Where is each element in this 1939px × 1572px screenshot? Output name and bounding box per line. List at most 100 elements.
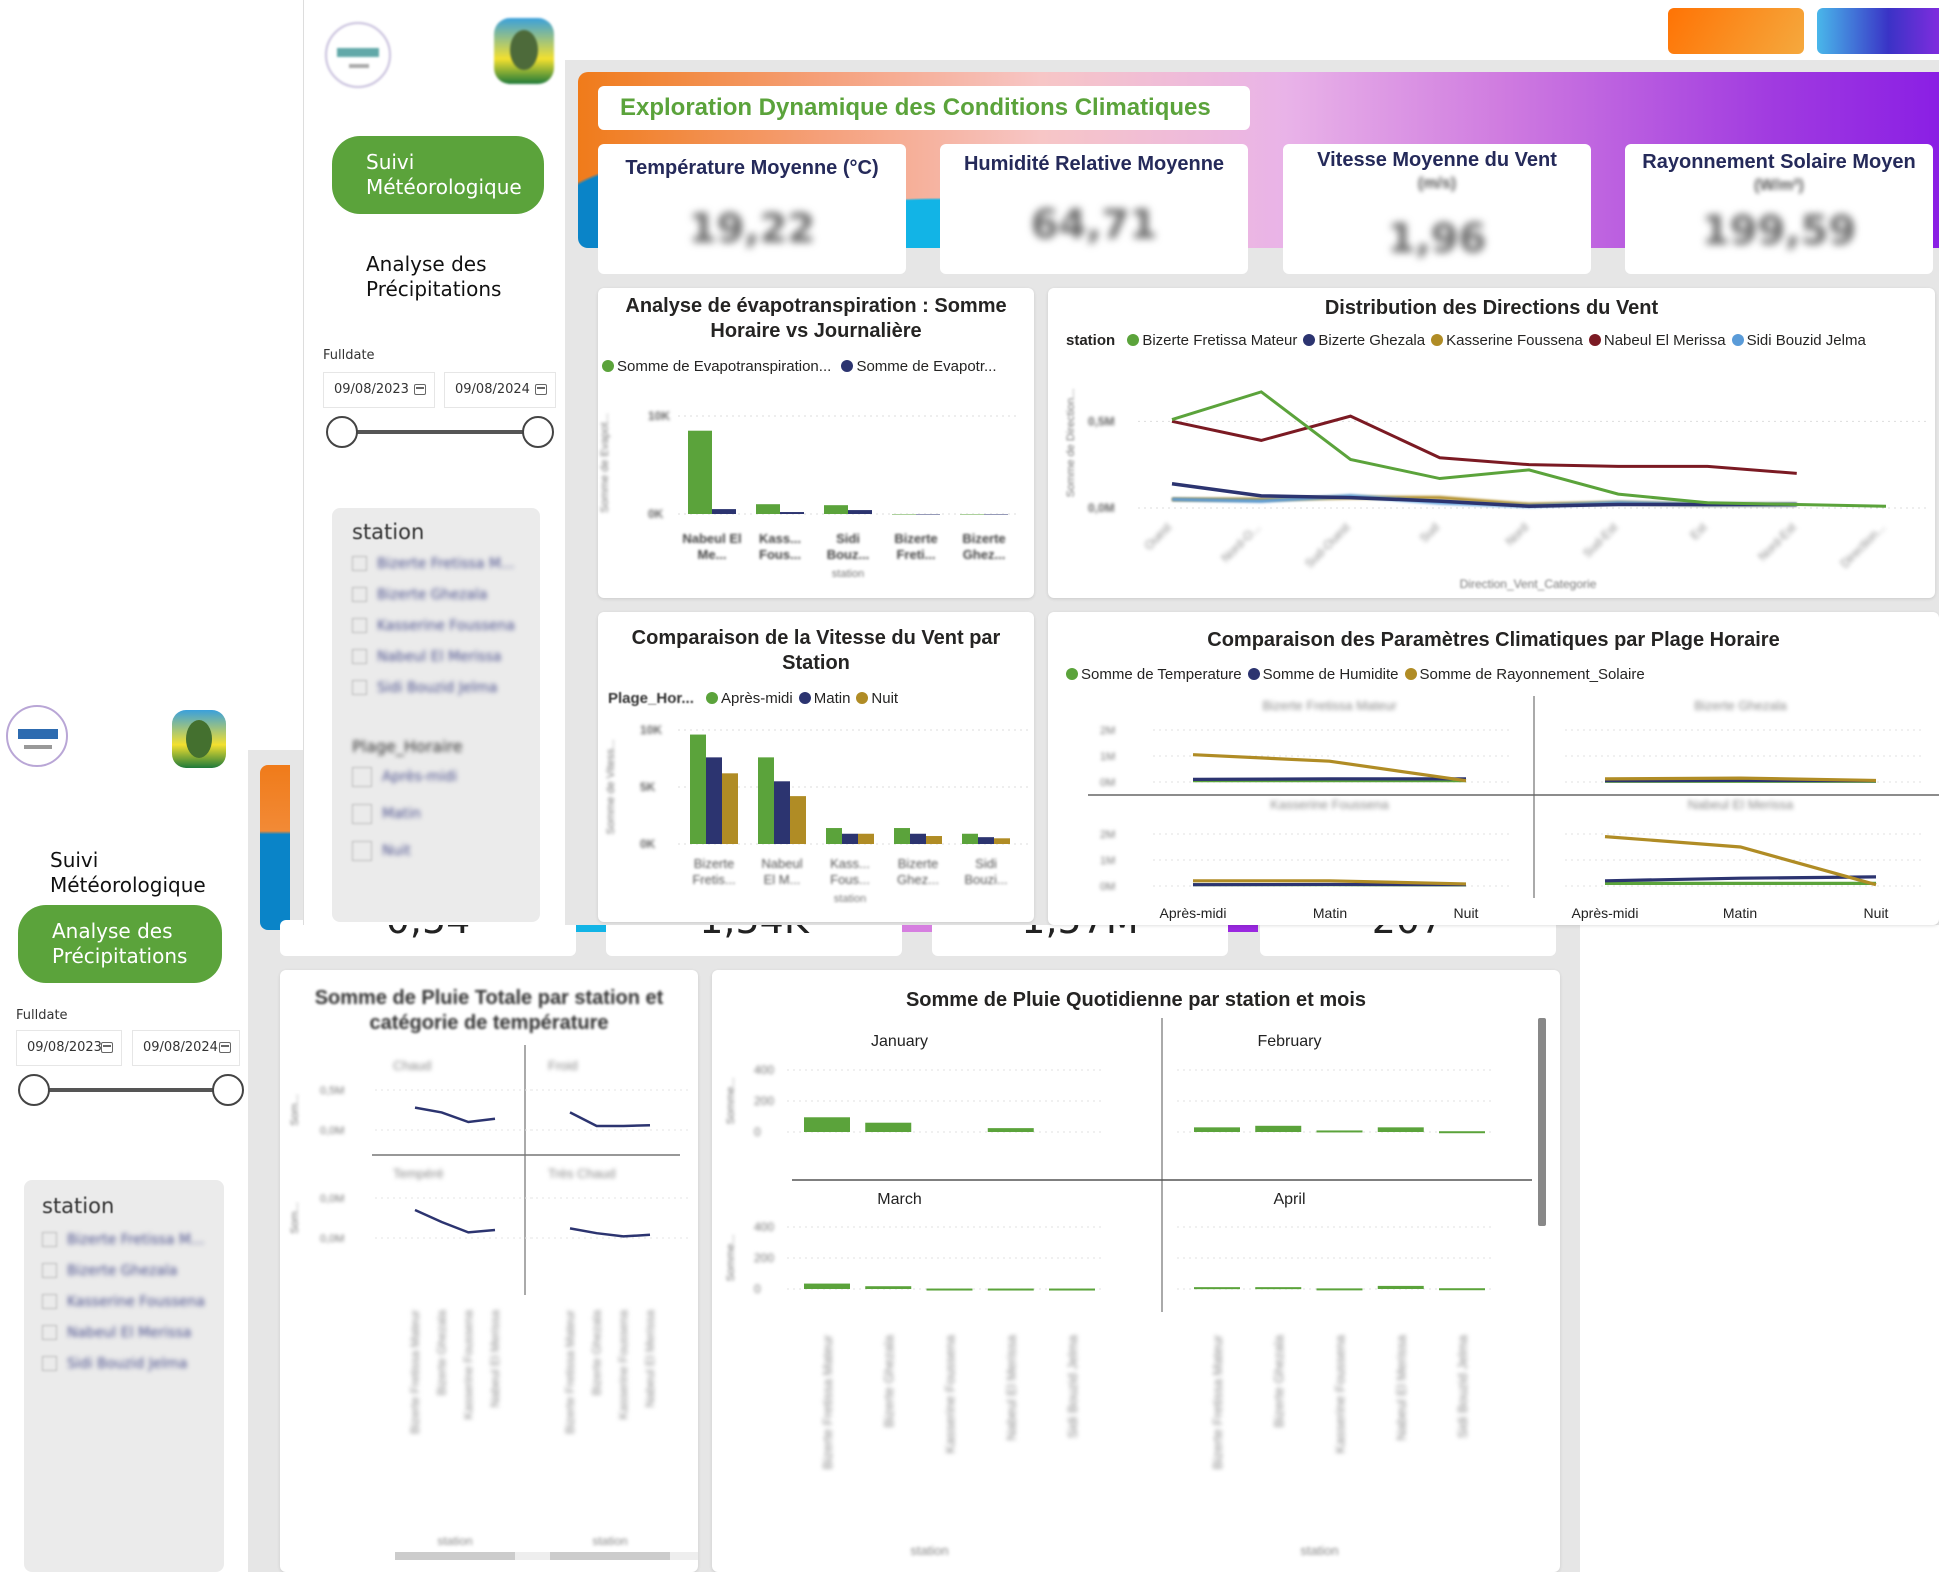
date-range-slider[interactable] bbox=[34, 1088, 230, 1092]
slicer-item-label: Kasserine Foussena bbox=[67, 1293, 205, 1310]
vertical-scrollbar[interactable] bbox=[1538, 1018, 1546, 1226]
back-kpi-accent bbox=[902, 924, 932, 932]
start-date-input[interactable]: 09/08/2023 bbox=[16, 1030, 122, 1066]
slicer-item-label: Nabeul El Merissa bbox=[67, 1324, 192, 1341]
y-tick-label: 400 bbox=[754, 1063, 774, 1077]
slicer-item[interactable]: Sidi Bouzid Jelma bbox=[42, 1348, 206, 1379]
bar bbox=[916, 514, 940, 515]
slider-start-handle[interactable] bbox=[18, 1074, 50, 1106]
bar bbox=[1439, 1131, 1485, 1134]
x-axis-label: station bbox=[832, 568, 864, 580]
x-tick-label: Kasserine Foussena bbox=[461, 1310, 475, 1420]
end-date-input[interactable]: 09/08/2024 bbox=[444, 372, 556, 408]
checkbox[interactable] bbox=[352, 618, 367, 633]
nav-analyse-precipitations[interactable]: Analyse des Précipitations bbox=[332, 238, 544, 316]
calendar-icon[interactable] bbox=[414, 384, 426, 395]
y-tick-label: 5K bbox=[640, 780, 656, 794]
back-kpi-accent bbox=[576, 924, 606, 932]
climate-parameters-chart: Comparaison des Paramètres Climatiques p… bbox=[1048, 612, 1939, 925]
x-axis-label: Direction_Vent_Categorie bbox=[1460, 577, 1597, 591]
wind-direction-chart: Distribution des Directions du Vent stat… bbox=[1048, 288, 1935, 598]
header-button-orange[interactable] bbox=[1668, 8, 1804, 54]
x-axis-label: station bbox=[1300, 1543, 1338, 1558]
slicer-item[interactable]: Bizerte Ghezala bbox=[42, 1255, 206, 1286]
slicer-item[interactable]: Nabeul El Merissa bbox=[352, 641, 520, 672]
checkbox[interactable] bbox=[42, 1356, 57, 1371]
checkbox[interactable] bbox=[352, 649, 367, 664]
checkbox[interactable] bbox=[352, 766, 372, 787]
checkbox[interactable] bbox=[42, 1325, 57, 1340]
bar bbox=[984, 514, 1008, 515]
bar bbox=[774, 781, 790, 844]
checkbox[interactable] bbox=[352, 587, 367, 602]
calendar-icon[interactable] bbox=[535, 384, 547, 395]
x-tick-label: Nord-O... bbox=[1219, 520, 1264, 565]
slicer-item[interactable]: Bizerte Ghezala bbox=[352, 579, 520, 610]
nav-suivi-meteorologique[interactable]: Suivi Météorologique bbox=[332, 136, 544, 214]
end-date-input[interactable]: 09/08/2024 bbox=[132, 1030, 240, 1066]
x-tick-label: Bizerte Fretissa Mateur bbox=[1210, 1334, 1225, 1469]
checkbox[interactable] bbox=[352, 840, 372, 861]
nav-suivi-meteorologique[interactable]: Suivi Météorologique bbox=[16, 834, 226, 912]
x-tick-label: Freti... bbox=[896, 547, 935, 562]
slicer-item[interactable]: Nuit bbox=[352, 832, 520, 869]
slicer-item[interactable]: Matin bbox=[352, 795, 520, 832]
bar bbox=[892, 514, 916, 515]
panel-title: Nabeul El Merissa bbox=[1688, 797, 1794, 812]
calendar-icon[interactable] bbox=[101, 1042, 113, 1053]
bar bbox=[804, 1283, 850, 1289]
bar bbox=[690, 734, 706, 844]
y-tick-label: 200 bbox=[754, 1094, 774, 1108]
calendar-icon[interactable] bbox=[219, 1042, 231, 1053]
panel-title: February bbox=[1257, 1033, 1321, 1050]
slicer-item-label: Bizerte Fretissa M... bbox=[377, 555, 515, 572]
banner-title: Exploration Dynamique des Conditions Cli… bbox=[620, 94, 1211, 121]
checkbox[interactable] bbox=[352, 556, 367, 571]
x-tick-label: Kass... bbox=[759, 531, 801, 546]
checkbox[interactable] bbox=[352, 680, 367, 695]
slicer-item[interactable]: Kasserine Foussena bbox=[42, 1286, 206, 1317]
slicer-item-label: Nuit bbox=[382, 842, 411, 859]
kpi-title: Température Moyenne (°C) bbox=[625, 157, 879, 179]
slicer-item[interactable]: Après-midi bbox=[352, 758, 520, 795]
slicer-item[interactable]: Bizerte Fretissa M... bbox=[352, 548, 520, 579]
bar bbox=[1194, 1287, 1240, 1290]
date-range-slider[interactable] bbox=[342, 430, 538, 434]
x-tick-label: Bizerte bbox=[962, 531, 1005, 546]
y-tick-label: 0,5M bbox=[1088, 414, 1115, 428]
checkbox[interactable] bbox=[352, 803, 372, 824]
plage-horaire-slicer: Plage_Horaire Après-midi Matin Nuit bbox=[352, 737, 520, 869]
slicer-item[interactable]: Nabeul El Merissa bbox=[42, 1317, 206, 1348]
nav-analyse-precipitations[interactable]: Analyse des Précipitations bbox=[18, 905, 222, 983]
x-tick-label: Bizerte Fretissa Mateur bbox=[820, 1334, 835, 1469]
checkbox[interactable] bbox=[42, 1263, 57, 1278]
slicer-item[interactable]: Bizerte Fretissa M... bbox=[42, 1224, 206, 1255]
bar bbox=[826, 828, 842, 844]
slicer-item[interactable]: Kasserine Foussena bbox=[352, 610, 520, 641]
checkbox[interactable] bbox=[42, 1294, 57, 1309]
start-date-input[interactable]: 09/08/2023 bbox=[323, 372, 435, 408]
x-tick-label: Après-midi bbox=[1160, 905, 1227, 921]
slider-start-handle[interactable] bbox=[326, 416, 358, 448]
checkbox[interactable] bbox=[42, 1232, 57, 1247]
panel-title: Bizerte Ghezala bbox=[1694, 698, 1787, 713]
y-tick-label: 1M bbox=[1100, 751, 1115, 763]
start-date-value: 09/08/2023 bbox=[27, 1040, 102, 1055]
olive-logo bbox=[172, 710, 226, 768]
slicer-item-label: Sidi Bouzid Jelma bbox=[377, 679, 498, 696]
y-tick-label: 0 bbox=[754, 1125, 761, 1139]
date-filter-label: Fulldate bbox=[323, 348, 375, 363]
header-button-gradient[interactable] bbox=[1817, 8, 1939, 54]
y-axis-label: Somme... bbox=[725, 1234, 737, 1281]
slicer-item[interactable]: Sidi Bouzid Jelma bbox=[352, 672, 520, 703]
bar bbox=[780, 512, 804, 514]
x-tick-label: Kasserine Foussena bbox=[1333, 1334, 1348, 1453]
x-tick-label: Sidi bbox=[975, 856, 997, 871]
x-tick-label: Kass... bbox=[830, 856, 870, 871]
bar bbox=[1255, 1125, 1302, 1132]
slider-end-handle[interactable] bbox=[212, 1074, 244, 1106]
bar bbox=[790, 796, 806, 844]
bar bbox=[1316, 1130, 1363, 1133]
slider-end-handle[interactable] bbox=[522, 416, 554, 448]
x-tick-label: Est bbox=[1687, 520, 1710, 543]
